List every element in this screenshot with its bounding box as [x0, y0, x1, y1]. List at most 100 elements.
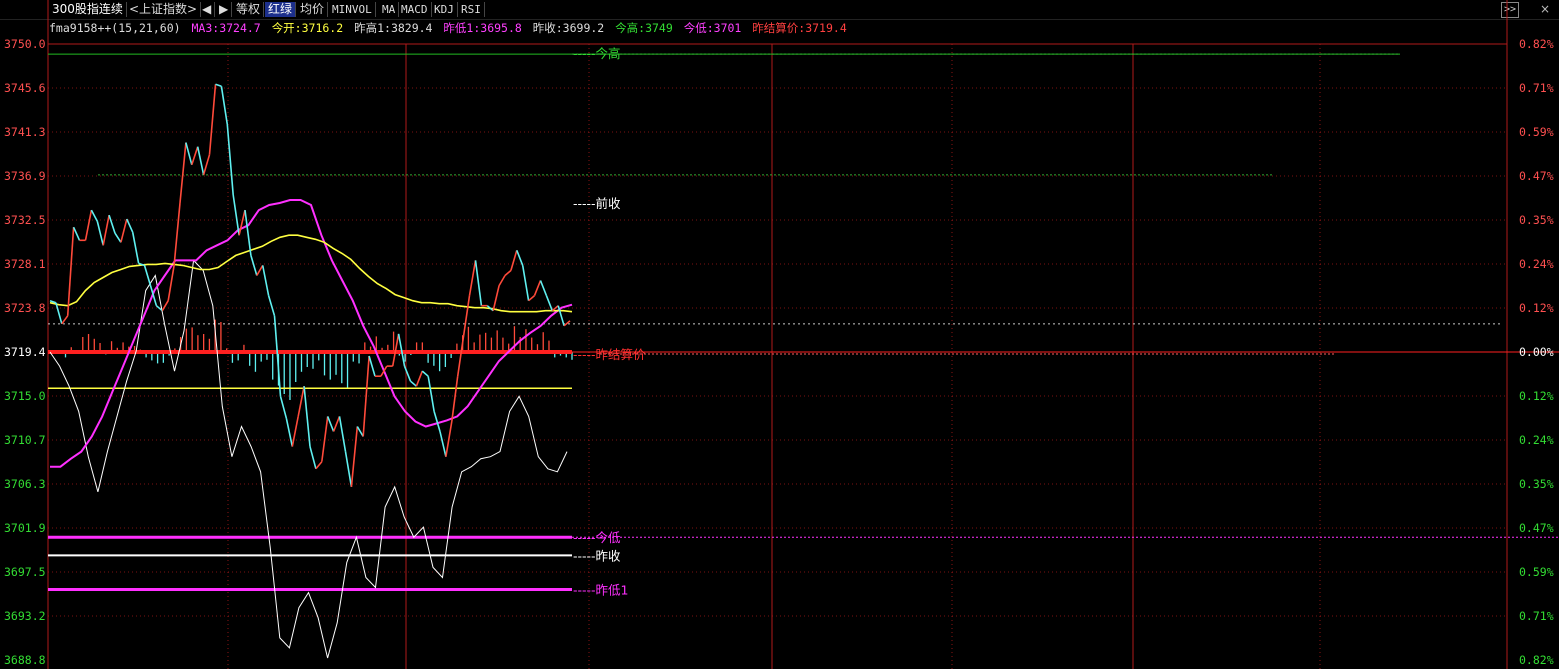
- price-segment: [516, 250, 524, 266]
- price-segment: [528, 294, 536, 302]
- price-segment: [143, 265, 152, 286]
- right-axis-tick: 0.47%: [1519, 521, 1554, 535]
- ref-label-prev-low1: -----昨低1: [573, 583, 629, 598]
- price-segment: [510, 250, 518, 271]
- price-segment: [356, 426, 364, 437]
- price-segment: [173, 202, 181, 266]
- price-segment: [96, 221, 104, 246]
- price-segment: [498, 275, 506, 287]
- left-axis-tick: 3701.9: [4, 521, 46, 535]
- right-axis-tick: 0.24%: [1519, 433, 1554, 447]
- price-segment: [244, 209, 252, 256]
- price-segment: [468, 260, 477, 296]
- left-axis-tick: 3688.8: [4, 653, 46, 667]
- price-segment: [545, 295, 554, 311]
- ref-label-prev-settle: -----昨结算价: [573, 347, 646, 362]
- price-segment: [533, 280, 542, 296]
- price-segment: [368, 355, 376, 377]
- price-segment: [332, 416, 341, 432]
- price-segment: [285, 418, 294, 447]
- price-segment: [309, 446, 317, 470]
- right-axis-tick: 0.47%: [1519, 169, 1554, 183]
- price-segment: [326, 416, 335, 432]
- left-axis-tick: 3706.3: [4, 477, 46, 491]
- right-axis-tick: 0.71%: [1519, 609, 1554, 623]
- price-segment: [261, 265, 270, 296]
- left-axis-tick: 3693.2: [4, 609, 46, 623]
- price-segment: [131, 232, 140, 264]
- price-segment: [66, 227, 75, 316]
- price-segment: [338, 416, 347, 452]
- price-segment: [297, 386, 305, 417]
- price-segment: [403, 365, 412, 382]
- price-segment: [120, 218, 128, 243]
- price-segment: [191, 146, 199, 166]
- price-segment: [474, 260, 483, 306]
- price-segment: [409, 380, 417, 387]
- left-axis-tick: 3710.7: [4, 433, 46, 447]
- price-segment: [61, 315, 69, 325]
- price-segment: [126, 218, 134, 233]
- price-segment: [238, 209, 246, 236]
- price-segment: [433, 411, 441, 432]
- ref-label-prev-close-marker: -----前收: [573, 196, 621, 211]
- intraday-chart[interactable]: -----今高 -----前收 -----昨结算价 -----今低 -----昨收 ---…: [0, 0, 1559, 669]
- price-segment: [492, 285, 500, 311]
- price-segment: [421, 370, 429, 377]
- left-axis-tick: 3697.5: [4, 565, 46, 579]
- right-axis-tick: 0.24%: [1519, 257, 1554, 271]
- right-axis-tick: 0.71%: [1519, 81, 1554, 95]
- price-segment: [215, 83, 222, 88]
- ref-label-prev-close: -----昨收: [573, 548, 621, 563]
- price-segment: [256, 264, 264, 276]
- price-segment: [232, 194, 240, 236]
- left-axis-tick: 3750.0: [4, 37, 46, 51]
- price-segment: [202, 154, 211, 176]
- avg-price-line: [50, 199, 573, 468]
- price-segment: [427, 376, 435, 412]
- price-segment: [72, 226, 81, 241]
- right-axis-tick: 0.00%: [1519, 345, 1554, 359]
- price-segment: [179, 142, 187, 204]
- right-axis-tick: 0.59%: [1519, 125, 1554, 139]
- price-segment: [350, 426, 359, 487]
- price-segment: [196, 146, 205, 175]
- grid: [47, 0, 1508, 669]
- price-segment: [321, 416, 329, 462]
- white-oscillator-line: [49, 259, 568, 659]
- left-axis-tick: 3732.5: [4, 213, 46, 227]
- price-segment: [439, 431, 447, 457]
- price-segment: [539, 280, 548, 296]
- left-axis-tick: 3728.1: [4, 257, 46, 271]
- price-segment: [220, 86, 229, 125]
- price-segment: [279, 396, 288, 419]
- right-axis-tick: 0.12%: [1519, 389, 1554, 403]
- left-axis-tick: 3723.8: [4, 301, 46, 315]
- right-axis-tick: 0.35%: [1519, 213, 1554, 227]
- left-axis-tick: 3741.3: [4, 125, 46, 139]
- left-axis-tick: 3715.0: [4, 389, 46, 403]
- price-segment: [161, 300, 169, 312]
- price-segment: [114, 232, 122, 243]
- ref-label-today-high: -----今高: [573, 46, 621, 61]
- price-segment: [55, 302, 63, 325]
- price-segment: [273, 315, 282, 397]
- price-segment: [84, 209, 93, 241]
- right-axis-tick: 0.12%: [1519, 301, 1554, 315]
- price-segment: [250, 255, 258, 276]
- left-axis-tick: 3745.6: [4, 81, 46, 95]
- price-segment: [445, 421, 453, 457]
- right-axis-tick: 0.82%: [1519, 37, 1554, 51]
- price-segment: [185, 142, 193, 166]
- price-segment: [267, 295, 276, 317]
- price-segment: [415, 370, 424, 387]
- left-axis-tick: 3736.9: [4, 169, 46, 183]
- price-segment: [451, 376, 459, 422]
- price-segment: [108, 214, 116, 234]
- price-segment: [456, 335, 465, 377]
- right-axis-tick: 0.35%: [1519, 477, 1554, 491]
- ref-label-today-low: -----今低: [573, 530, 621, 545]
- ma-line: [49, 234, 573, 313]
- price-segment: [344, 451, 353, 488]
- price-segment: [521, 265, 530, 301]
